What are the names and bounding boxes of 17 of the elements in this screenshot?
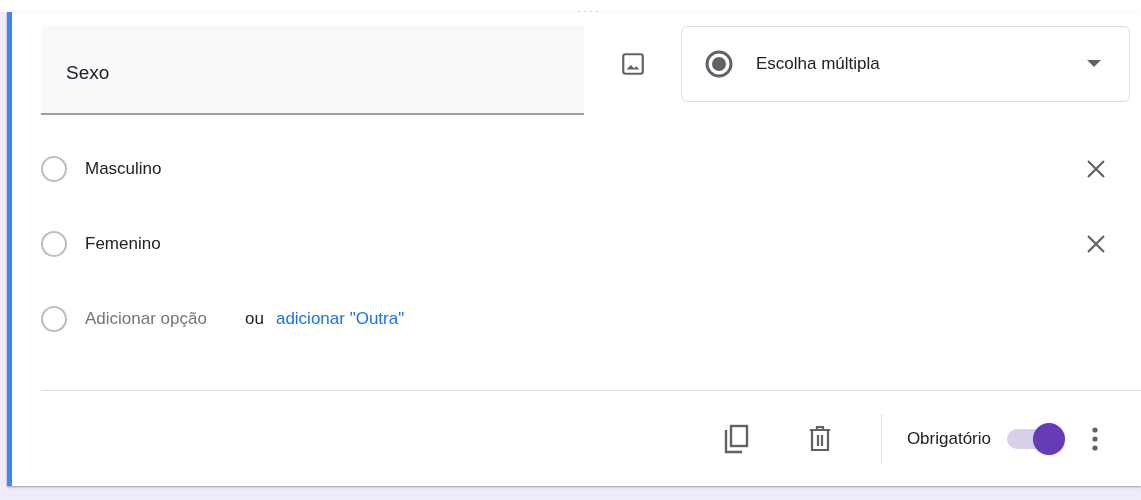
option-label[interactable]: Masculino (85, 155, 1084, 182)
question-title-field[interactable]: Sexo (41, 25, 584, 115)
image-icon (620, 51, 646, 77)
close-icon (1086, 158, 1106, 179)
copy-icon (723, 423, 750, 454)
add-image-button[interactable] (620, 51, 646, 77)
add-option-field[interactable]: Adicionar opção (85, 305, 245, 332)
add-other-link[interactable]: adicionar "Outra" (275, 305, 405, 332)
radio-selected-icon (705, 50, 733, 78)
trash-icon (808, 425, 831, 452)
caret-icon (1087, 60, 1101, 68)
more-vertical-icon (1092, 426, 1098, 451)
option-label[interactable]: Femenino (85, 230, 1084, 257)
required-label: Obrigatório (906, 427, 991, 450)
question-type-dropdown[interactable]: Escolha múltipla (681, 26, 1130, 102)
separator-text: ou (245, 307, 264, 330)
close-icon (1086, 233, 1106, 254)
